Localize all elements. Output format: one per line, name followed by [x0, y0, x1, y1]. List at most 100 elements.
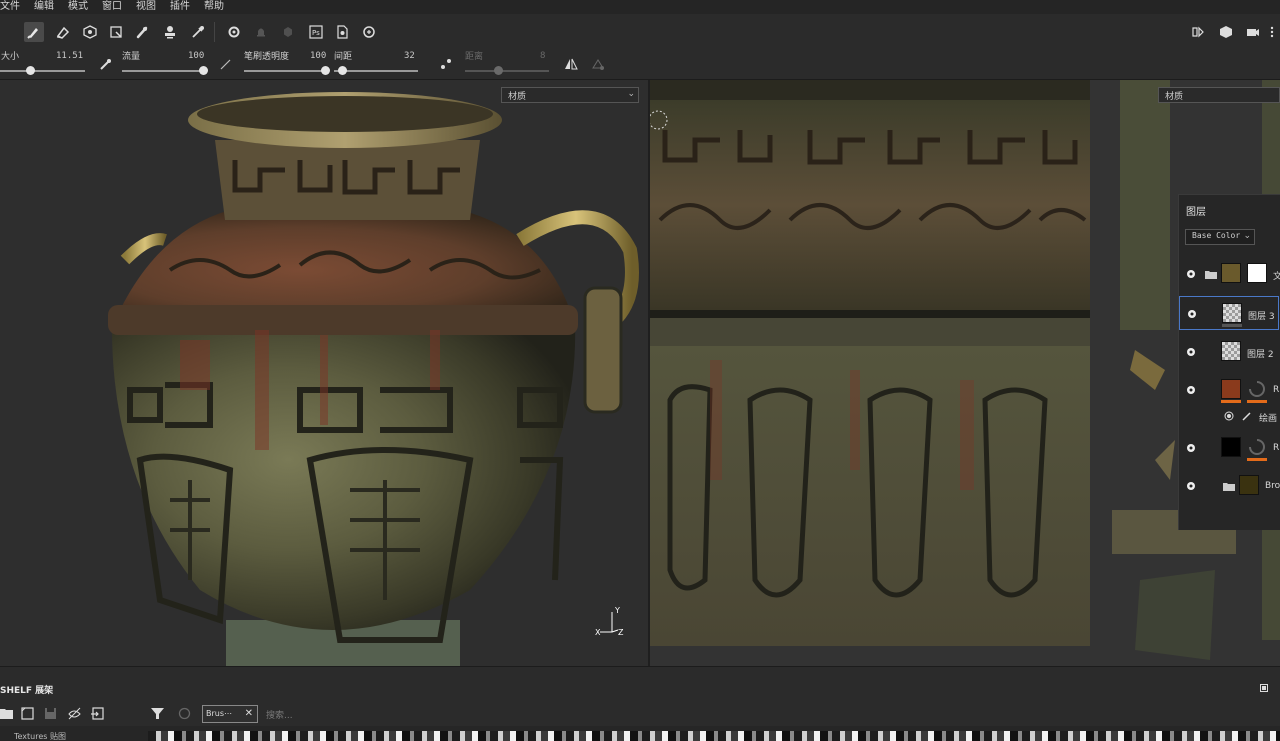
opacity-pen-icon[interactable]	[218, 56, 234, 72]
channel-dropdown-label: Base Color	[1192, 231, 1241, 240]
photoshop-button[interactable]: Ps	[306, 22, 326, 42]
layer-row[interactable]: 图层 2	[1179, 335, 1280, 371]
filter-icon[interactable]	[150, 706, 165, 721]
save-icon[interactable]	[43, 706, 58, 721]
eye-icon[interactable]	[1186, 481, 1196, 491]
hide-icon[interactable]	[67, 706, 82, 721]
flow-value[interactable]: 100	[188, 51, 204, 61]
layer-row-fill-black[interactable]: R	[1179, 431, 1280, 467]
menu-edit[interactable]: 编辑	[28, 0, 62, 14]
opacity-slider-knob[interactable]	[321, 66, 330, 75]
size-slider-knob[interactable]	[26, 66, 35, 75]
size-label: 大小	[1, 52, 20, 62]
display-mode-button[interactable]	[1216, 22, 1236, 42]
layer-effect-row[interactable]: 绘画	[1179, 407, 1280, 427]
cube-view-icon	[1220, 26, 1232, 38]
eye-icon[interactable]	[1186, 385, 1196, 395]
material-dropdown-2d[interactable]: 材质	[1158, 87, 1280, 103]
mirror-icon[interactable]	[563, 56, 579, 72]
bronze-vase-3d-model	[108, 92, 639, 666]
chevron-down-icon: ⌄	[627, 89, 635, 99]
layer-row-fill[interactable]: R	[1179, 373, 1280, 409]
layer-row-folder-bronze[interactable]: Bro	[1179, 469, 1280, 505]
projection-tool[interactable]	[80, 22, 100, 42]
new-item-icon[interactable]	[20, 706, 35, 721]
menu-file[interactable]: 文件	[0, 0, 28, 14]
menu-help[interactable]: 帮助	[198, 0, 232, 14]
layers-panel-title: 图层	[1186, 207, 1206, 218]
shelf-search-input[interactable]: 搜索...	[262, 706, 562, 722]
menu-view[interactable]: 视图	[130, 0, 164, 14]
jitter-value[interactable]: 8	[540, 51, 545, 61]
layer-row-folder[interactable]: 文	[1179, 257, 1280, 293]
layer-name: 图层 3	[1248, 312, 1275, 322]
layer-row-selected[interactable]: 图层 3	[1179, 296, 1279, 330]
smudge-tool[interactable]	[132, 22, 152, 42]
symmetry-button[interactable]	[224, 22, 244, 42]
layer-thumbnail	[1221, 263, 1241, 283]
flow-slider[interactable]	[122, 70, 206, 72]
size-value[interactable]: 11.51	[56, 51, 83, 61]
symmetry-icon[interactable]	[590, 56, 606, 72]
spacing-slider-knob[interactable]	[338, 66, 347, 75]
scatter-icon[interactable]	[438, 56, 454, 72]
flow-pen-icon[interactable]	[98, 56, 114, 72]
close-icon[interactable]: ✕	[245, 708, 253, 719]
material-dropdown-3d[interactable]: 材质 ⌄	[501, 87, 639, 103]
eraser-tool[interactable]	[52, 22, 72, 42]
menu-window[interactable]: 窗口	[96, 0, 130, 14]
viewport-3d[interactable]: 材质 ⌄ Y X Z	[0, 80, 648, 666]
clone-tool[interactable]	[160, 22, 180, 42]
filter-tag-chip[interactable]: Brus⋯ ✕	[202, 705, 258, 723]
eraser-icon	[56, 26, 70, 39]
bake-button[interactable]	[251, 22, 271, 42]
menu-mode[interactable]: 模式	[62, 0, 96, 14]
view-split-icon	[1192, 26, 1204, 38]
gear-icon	[228, 26, 240, 38]
paint-brush-tool[interactable]	[24, 22, 44, 42]
size-slider[interactable]	[0, 70, 85, 72]
jitter-slider[interactable]	[465, 70, 549, 72]
opacity-value[interactable]: 100	[310, 51, 326, 61]
eye-icon[interactable]	[1186, 443, 1196, 453]
polygon-fill-tool[interactable]	[106, 22, 126, 42]
eye-icon[interactable]	[1187, 309, 1197, 319]
layer-thumbnail	[1221, 379, 1241, 399]
cube-icon	[83, 25, 97, 39]
spacing-value[interactable]: 32	[404, 51, 415, 61]
settings-button[interactable]	[359, 22, 379, 42]
hexagon-button[interactable]	[278, 22, 298, 42]
opacity-label: 笔刷透明度	[244, 52, 290, 62]
settings-icon	[363, 26, 375, 38]
flow-slider-knob[interactable]	[199, 66, 208, 75]
eye-icon[interactable]	[1186, 347, 1196, 357]
thumbnail-bar	[1221, 400, 1241, 403]
maximize-icon[interactable]	[1260, 684, 1268, 692]
jitter-label: 距离	[465, 52, 484, 62]
jitter-slider-knob[interactable]	[494, 66, 503, 75]
layer-thumbnail	[1222, 303, 1242, 323]
opacity-slider[interactable]	[244, 70, 328, 72]
folder-icon[interactable]	[0, 706, 15, 721]
reset-icon[interactable]	[177, 706, 192, 721]
layer-thumbnail	[1221, 437, 1241, 457]
color-picker-tool[interactable]	[188, 22, 208, 42]
brush-properties-bar: 大小 11.51 流量 100 笔刷透明度 100 间距 32 距离 8	[0, 48, 1280, 80]
stamp-icon	[165, 26, 175, 39]
mask-thumbnail	[1247, 263, 1267, 283]
export-button[interactable]	[332, 22, 352, 42]
camera-button[interactable]	[1243, 22, 1263, 42]
more-icon	[1270, 26, 1274, 38]
import-icon[interactable]	[90, 706, 105, 721]
flow-label: 流量	[122, 52, 141, 62]
camera-mode-button[interactable]	[1188, 22, 1208, 42]
brush-thumbnails-strip[interactable]	[148, 731, 1280, 741]
more-button[interactable]	[1262, 22, 1280, 42]
channel-dropdown[interactable]: Base Color ⌄	[1185, 229, 1255, 245]
radio-icon[interactable]	[1224, 411, 1234, 421]
tool-bar: Ps	[0, 14, 1280, 48]
layers-panel: 图层 Base Color ⌄ 文 图层 3 图层 2 R 绘画 R Bro	[1178, 194, 1280, 530]
menu-plugins[interactable]: 插件	[164, 0, 198, 14]
shelf-category-textures[interactable]: Textures 贴图	[14, 731, 66, 741]
eye-icon[interactable]	[1186, 269, 1196, 279]
